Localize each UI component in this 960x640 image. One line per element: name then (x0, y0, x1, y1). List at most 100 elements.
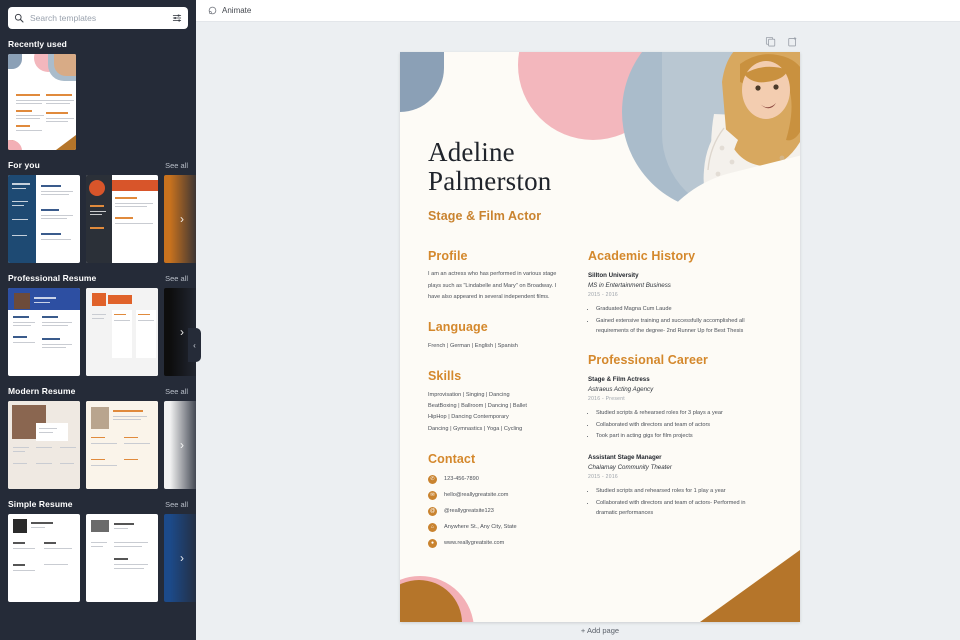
scroll-right-button[interactable]: › (174, 204, 190, 234)
animate-button[interactable]: Animate (208, 2, 251, 20)
section-header: Modern Resume See all (8, 386, 188, 396)
search-input[interactable] (30, 13, 166, 23)
thumbnail-art (8, 401, 80, 489)
sidebar-section-recently-used: Recently used (0, 39, 196, 150)
resume-content: Adeline Palmerston Stage & Film Actor Pr… (400, 52, 800, 622)
entry-title: Sillton University (588, 272, 639, 280)
contact-value: @reallygreatsite123 (444, 508, 494, 515)
resume-role[interactable]: Stage & Film Actor (428, 209, 772, 223)
skills-section: Skills Improvisation | Singing | Dancing… (428, 369, 568, 435)
name-line-1: Adeline (428, 137, 515, 167)
contact-heading[interactable]: Contact (428, 452, 568, 466)
add-page-icon[interactable] (787, 34, 798, 52)
chevron-left-icon: ‹ (193, 340, 196, 350)
contact-row[interactable]: ✆ 123-456-7890 (428, 474, 568, 484)
entry-subtitle: MS in Entertainment Business (588, 282, 671, 290)
resume-columns: Profile I am an actress who has performe… (428, 249, 772, 548)
phone-icon: ✆ (428, 474, 437, 484)
bullet-item: Studied scripts and rehearsed roles for … (596, 486, 768, 496)
editor-main: Animate Adeline Palmerston Stage & Film … (196, 0, 960, 640)
entry-bullets: Studied scripts and rehearsed roles for … (588, 486, 768, 518)
section-header: Recently used (8, 39, 188, 49)
entry-date: 2015 - 2016 (588, 474, 618, 481)
contact-row[interactable]: ✉ hello@reallygreatsite.com (428, 490, 568, 500)
profile-section: Profile I am an actress who has performe… (428, 249, 568, 303)
skills-line: HipHop | Dancing Contemporary (428, 414, 509, 421)
name-line-2: Palmerston (428, 166, 552, 197)
career-heading[interactable]: Professional Career (588, 353, 768, 367)
entry-date: 2016 - Present (588, 396, 625, 403)
entry-subtitle: Astraeus Acting Agency (588, 386, 654, 394)
contact-value: 123-456-7890 (444, 476, 479, 483)
app-root: Recently used (0, 0, 960, 640)
template-thumbnail[interactable] (8, 514, 80, 602)
template-sidebar: Recently used (0, 0, 196, 640)
entry-title: Assistant Stage Manager (588, 454, 662, 462)
template-thumbnail[interactable] (86, 288, 158, 376)
bullet-item: Studied scripts & rehearsed roles for 3 … (596, 408, 768, 418)
academic-entry[interactable]: Sillton University MS in Entertainment B… (588, 272, 768, 336)
bullet-item: Graduated Magna Cum Laude (596, 304, 768, 314)
editor-toolbar: Animate (196, 0, 960, 22)
social-icon: @ (428, 506, 437, 516)
thumbnail-art (86, 288, 158, 376)
website-icon: ● (428, 538, 437, 548)
profile-text[interactable]: I am an actress who has performed in var… (428, 269, 568, 303)
filter-icon[interactable] (172, 13, 182, 23)
thumbnail-art (8, 175, 80, 263)
skills-line: BeatBoxing | Ballroom | Dancing | Ballet (428, 403, 527, 410)
resume-left-column: Profile I am an actress who has performe… (428, 249, 568, 548)
template-thumbnail[interactable] (8, 288, 80, 376)
template-thumbnail[interactable] (86, 401, 158, 489)
entry-subtitle: Chalamay Community Theater (588, 464, 672, 472)
section-header: For you See all (8, 160, 188, 170)
skills-list[interactable]: Improvisation | Singing | Dancing BeatBo… (428, 390, 568, 435)
template-thumbnail[interactable] (86, 175, 158, 263)
see-all-link[interactable]: See all (165, 274, 188, 283)
see-all-link[interactable]: See all (165, 387, 188, 396)
section-title: Simple Resume (8, 499, 73, 509)
template-thumbnail[interactable] (8, 175, 80, 263)
language-heading[interactable]: Language (428, 320, 568, 334)
contact-row[interactable]: ● www.reallygreatsite.com (428, 538, 568, 548)
language-section: Language French | German | English | Spa… (428, 320, 568, 352)
sidebar-collapse-handle[interactable]: ‹ (188, 328, 201, 362)
skills-heading[interactable]: Skills (428, 369, 568, 383)
language-text[interactable]: French | German | English | Spanish (428, 341, 568, 352)
skills-line: Improvisation | Singing | Dancing (428, 392, 510, 399)
bullet-item: Gained extensive training and successful… (596, 316, 768, 337)
contact-row[interactable]: ⌂ Anywhere St., Any City, State (428, 522, 568, 532)
resume-page[interactable]: Adeline Palmerston Stage & Film Actor Pr… (400, 52, 800, 622)
search-box[interactable] (8, 7, 188, 29)
contact-row[interactable]: @ @reallygreatsite123 (428, 506, 568, 516)
template-thumbnail[interactable] (8, 54, 76, 150)
career-entry[interactable]: Stage & Film Actress Astraeus Acting Age… (588, 376, 768, 441)
entry-bullets: Studied scripts & rehearsed roles for 3 … (588, 408, 768, 441)
section-header: Professional Resume See all (8, 273, 188, 283)
add-page-button[interactable]: + Add page (400, 626, 800, 635)
thumb-row: › (8, 514, 196, 602)
duplicate-page-icon[interactable] (765, 34, 776, 52)
location-icon: ⌂ (428, 522, 437, 532)
template-thumbnail[interactable] (8, 401, 80, 489)
page-tools (765, 34, 798, 52)
entry-bullets: Graduated Magna Cum Laude Gained extensi… (588, 304, 768, 336)
resume-name[interactable]: Adeline Palmerston (428, 137, 772, 197)
profile-heading[interactable]: Profile (428, 249, 568, 263)
academic-heading[interactable]: Academic History (588, 249, 768, 263)
skills-line: Dancing | Gymnastics | Yoga | Cycling (428, 425, 523, 432)
template-thumbnail[interactable] (86, 514, 158, 602)
contact-value: www.reallygreatsite.com (444, 540, 505, 547)
thumbnail-art (8, 54, 76, 150)
see-all-link[interactable]: See all (165, 500, 188, 509)
thumbnail-art (86, 514, 158, 602)
contact-section: Contact ✆ 123-456-7890 ✉ hello@reallygre… (428, 452, 568, 548)
contact-list: ✆ 123-456-7890 ✉ hello@reallygreatsite.c… (428, 474, 568, 548)
thumbnail-art (8, 288, 80, 376)
scroll-right-button[interactable]: › (174, 430, 190, 460)
see-all-link[interactable]: See all (165, 161, 188, 170)
scroll-right-button[interactable]: › (174, 543, 190, 573)
career-entry[interactable]: Assistant Stage Manager Chalamay Communi… (588, 454, 768, 518)
thumbnail-art (86, 401, 158, 489)
sidebar-section-simple-resume: Simple Resume See all › (0, 499, 196, 602)
